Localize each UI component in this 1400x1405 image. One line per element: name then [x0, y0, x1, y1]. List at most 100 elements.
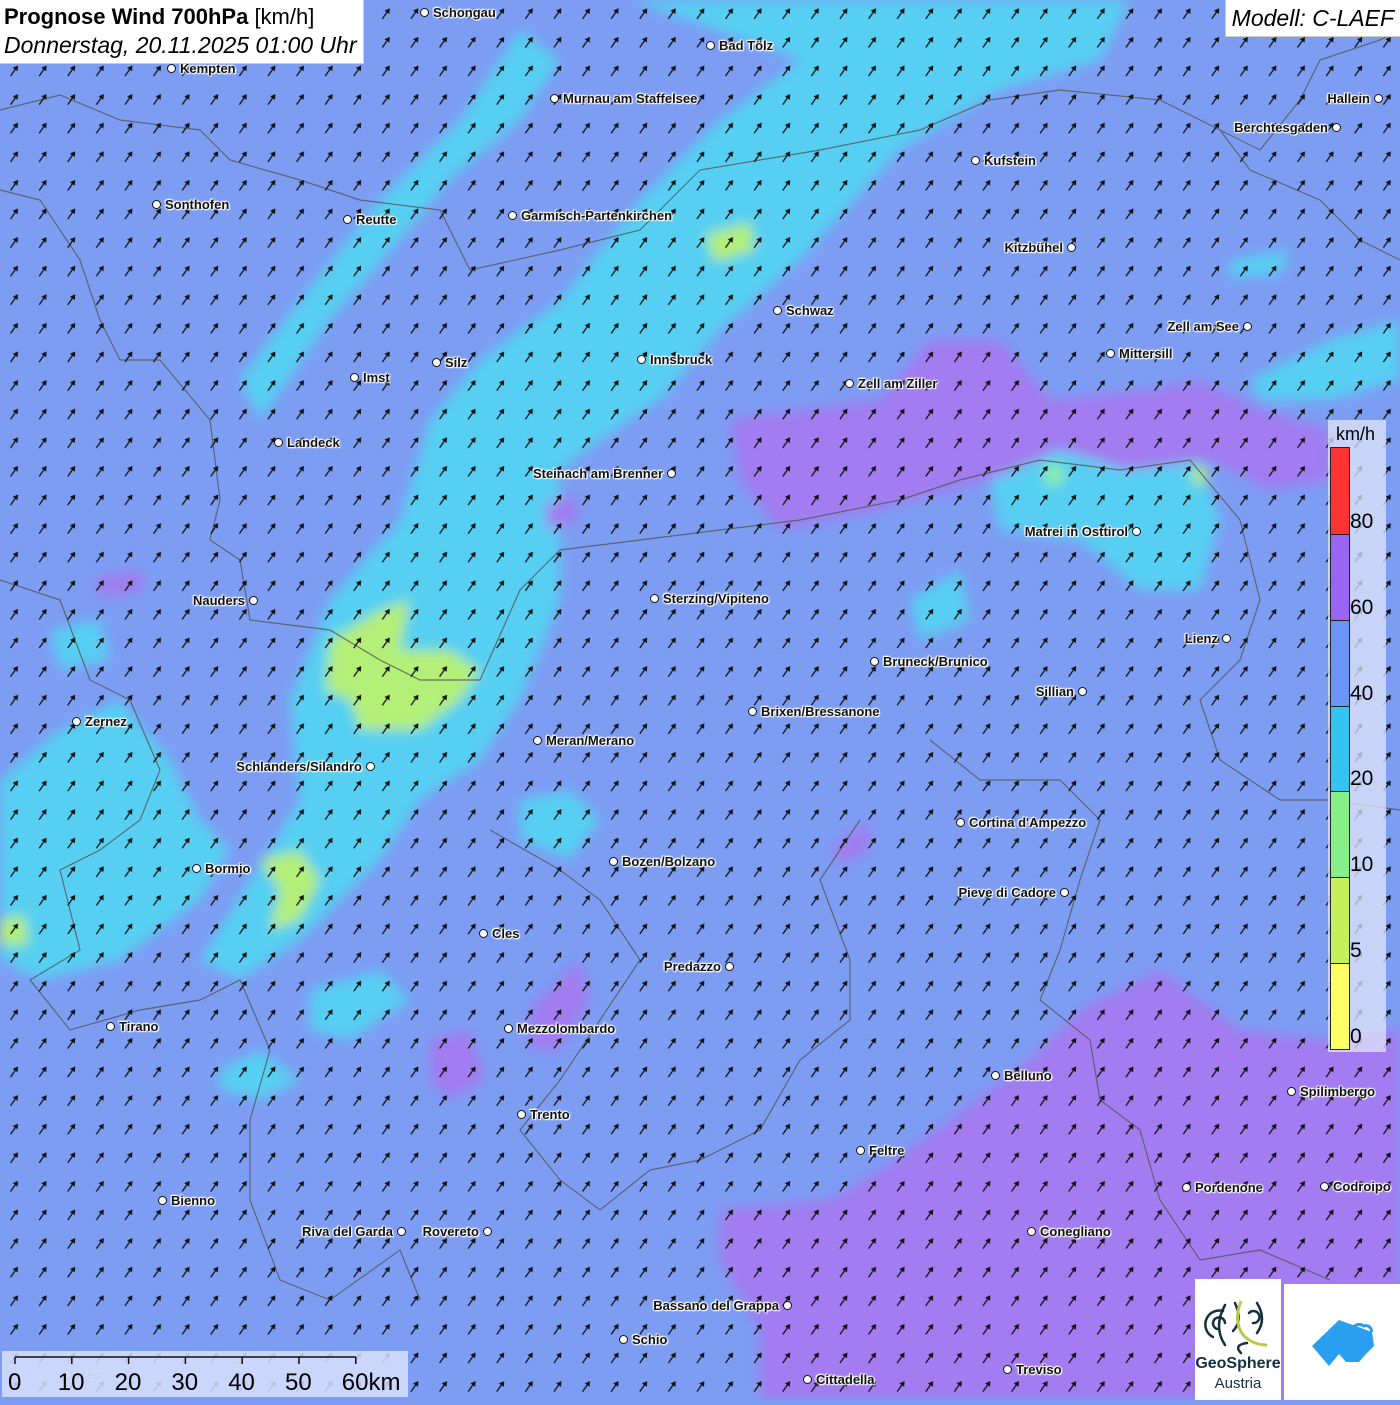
city-marker[interactable]: Reutte	[343, 213, 396, 227]
city-name: Meran/Merano	[546, 733, 635, 748]
city-marker[interactable]: Nauders	[193, 594, 258, 608]
city-dot-icon	[106, 1022, 115, 1031]
city-marker[interactable]: Landeck	[274, 436, 340, 450]
city-marker[interactable]: Matrei in Osttirol	[1025, 525, 1141, 539]
city-marker[interactable]: Sterzing/Vipiteno	[650, 592, 769, 606]
city-name: Cles	[492, 926, 520, 941]
city-marker[interactable]: Kufstein	[971, 154, 1036, 168]
city-dot-icon	[192, 864, 201, 873]
city-dot-icon	[533, 736, 542, 745]
scale-label: 10	[57, 1369, 85, 1396]
mountain-cloud-icon	[1312, 1320, 1374, 1366]
city-marker[interactable]: Schio	[619, 1333, 667, 1347]
city-marker[interactable]: Bad Tölz	[706, 39, 773, 53]
city-marker[interactable]: Lienz	[1185, 632, 1231, 646]
city-dot-icon	[1132, 527, 1141, 536]
city-name: Sterzing/Vipiteno	[663, 591, 769, 606]
city-name: Kitzbühel	[1004, 240, 1064, 255]
city-marker[interactable]: Kitzbühel	[1004, 240, 1076, 255]
city-marker[interactable]: Zell am See	[1167, 320, 1252, 334]
city-marker[interactable]: Garmisch-Partenkirchen	[508, 209, 672, 223]
scale-label: 30	[171, 1369, 199, 1396]
city-marker[interactable]: Pordenone	[1182, 1181, 1263, 1195]
city-name: Hallein	[1327, 91, 1370, 106]
city-marker[interactable]: Cittadella	[803, 1373, 875, 1387]
city-marker[interactable]: Bienno	[158, 1194, 215, 1208]
city-marker[interactable]: Pieve di Cadore	[958, 886, 1069, 900]
city-marker[interactable]: Murnau am Staffelsee	[550, 92, 697, 106]
city-marker[interactable]: Riva del Garda	[302, 1225, 406, 1239]
city-dot-icon	[550, 94, 559, 103]
city-name: Schongau	[433, 5, 496, 20]
city-marker[interactable]: Schongau	[420, 6, 496, 20]
city-marker[interactable]: Steinach am Brenner	[533, 467, 676, 481]
city-marker[interactable]: Zernez	[72, 715, 127, 729]
city-dot-icon	[1374, 94, 1383, 103]
city-marker[interactable]: Mezzolombardo	[504, 1022, 615, 1036]
geosphere-austria-logo: GeoSphere Austria	[1195, 1279, 1281, 1400]
city-dot-icon	[432, 358, 441, 367]
city-marker[interactable]: Bruneck/Brunico	[870, 655, 988, 669]
city-marker[interactable]: Cortina d'Ampezzo	[956, 816, 1086, 830]
city-marker[interactable]: Mittersill	[1106, 347, 1172, 361]
city-dot-icon	[803, 1375, 812, 1384]
city-name: Kufstein	[984, 153, 1036, 168]
model-label: Modell: C-LAEF	[1224, 0, 1400, 37]
city-dot-icon	[167, 64, 176, 73]
city-name: Bienno	[171, 1193, 216, 1208]
city-marker[interactable]: Zell am Ziller	[845, 377, 937, 391]
city-name: Zell am See	[1167, 319, 1239, 334]
legend-swatch	[1331, 963, 1349, 1049]
legend-tick-label: 10	[1350, 853, 1374, 877]
city-dot-icon	[856, 1146, 865, 1155]
city-marker[interactable]: Innsbruck	[637, 353, 712, 367]
city-marker[interactable]: Spilimbergo	[1287, 1085, 1375, 1099]
city-marker[interactable]: Trento	[517, 1108, 570, 1122]
city-marker[interactable]: Feltre	[856, 1144, 904, 1158]
city-marker[interactable]: Treviso	[1003, 1363, 1062, 1377]
city-marker[interactable]: Codroipo	[1320, 1180, 1391, 1194]
city-marker[interactable]: Brixen/Bressanone	[748, 705, 880, 719]
city-marker[interactable]: Sonthofen	[152, 198, 229, 212]
city-marker[interactable]: Schwaz	[773, 304, 834, 318]
city-marker[interactable]: Bormio	[192, 862, 251, 876]
city-name: Tirano	[119, 1019, 159, 1034]
city-marker[interactable]: Bassano del Grappa	[653, 1299, 792, 1313]
city-dot-icon	[1222, 634, 1231, 643]
city-marker[interactable]: Meran/Merano	[533, 734, 634, 748]
legend-tick-label: 20	[1350, 767, 1374, 791]
city-marker[interactable]: Sillian	[1036, 685, 1087, 699]
city-dot-icon	[517, 1110, 526, 1119]
city-marker[interactable]: Kempten	[167, 62, 236, 76]
legend-unit: km/h	[1336, 424, 1376, 444]
city-dot-icon	[1078, 687, 1087, 696]
city-dot-icon	[609, 857, 618, 866]
city-marker[interactable]: Hallein	[1327, 92, 1383, 106]
city-marker[interactable]: Silz	[432, 356, 467, 370]
color-legend: km/h 80 60 40 20 10 5 0	[1328, 420, 1386, 1052]
app-logo	[1284, 1284, 1400, 1400]
city-marker[interactable]: Rovereto	[423, 1225, 492, 1239]
city-marker[interactable]: Cles	[479, 927, 519, 941]
city-name: Steinach am Brenner	[532, 466, 663, 481]
city-marker[interactable]: Belluno	[991, 1069, 1052, 1083]
scale-label: 60km	[341, 1369, 401, 1396]
city-marker[interactable]: Predazzo	[664, 960, 734, 974]
city-name: Mittersill	[1119, 346, 1173, 361]
city-dot-icon	[366, 762, 375, 771]
city-dot-icon	[1287, 1087, 1296, 1096]
city-name: Garmisch-Partenkirchen	[521, 208, 673, 223]
city-dot-icon	[72, 717, 81, 726]
city-marker[interactable]: Tirano	[106, 1020, 159, 1034]
city-dot-icon	[725, 962, 734, 971]
city-marker[interactable]: Berchtesgaden	[1234, 121, 1341, 135]
city-marker[interactable]: Bozen/Bolzano	[609, 855, 715, 869]
legend-swatch	[1331, 877, 1349, 964]
city-name: Pordenone	[1195, 1180, 1263, 1195]
city-marker[interactable]: Conegliano	[1027, 1225, 1111, 1239]
city-name: Spilimbergo	[1300, 1084, 1376, 1099]
legend-tick-label: 5	[1350, 939, 1362, 963]
city-dot-icon	[350, 373, 359, 382]
city-marker[interactable]: Imst	[350, 371, 390, 385]
city-marker[interactable]: Schlanders/Silandro	[236, 760, 375, 774]
